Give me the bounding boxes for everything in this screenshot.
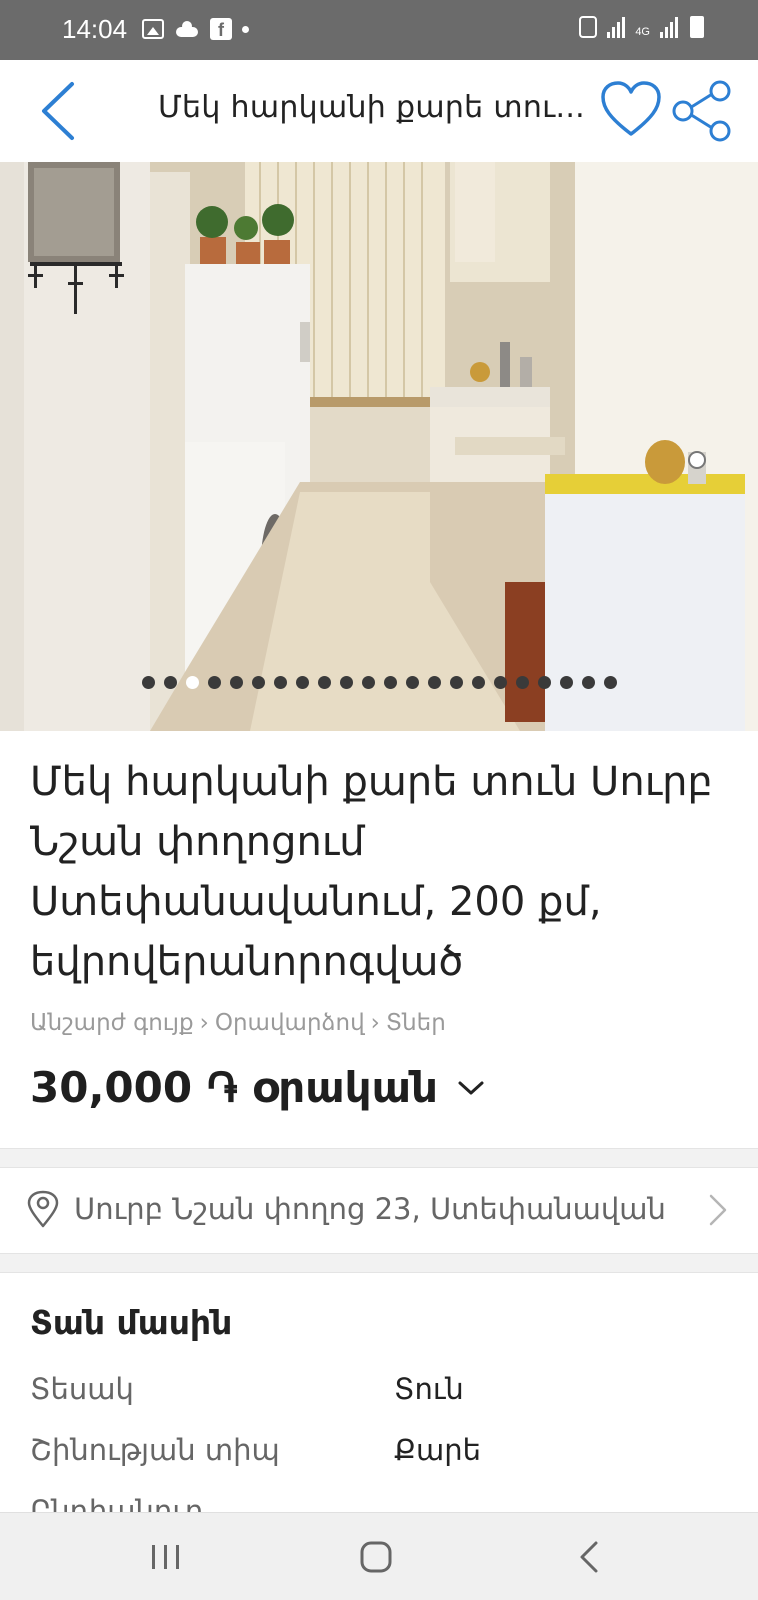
gallery-dot[interactable] — [383, 676, 397, 689]
breadcrumb-separator: › — [370, 1010, 380, 1036]
breadcrumb-item-houses[interactable]: Տներ — [386, 1010, 446, 1036]
section-divider — [0, 1148, 758, 1168]
signal-icon — [607, 16, 626, 38]
property-row-total: Ընդհանուր — [30, 1494, 730, 1512]
property-key: Ընդհանուր — [30, 1494, 204, 1512]
4g-icon: 4G — [635, 26, 650, 38]
gallery-dot[interactable] — [427, 676, 441, 689]
breadcrumb-separator: › — [199, 1010, 209, 1036]
location-row[interactable]: Սուրբ Նշան փողոց 23, Ստեփանավան — [0, 1168, 758, 1252]
dot-icon — [242, 25, 249, 33]
gallery-dot[interactable] — [493, 676, 507, 689]
gallery-dot[interactable] — [185, 676, 199, 689]
section-divider — [0, 1253, 758, 1273]
breadcrumb: Անշարժ գույք › Օրավարձով › Տներ — [30, 1010, 446, 1036]
chevron-right-icon — [709, 1194, 727, 1226]
heart-icon — [601, 81, 661, 136]
chevron-down-icon — [458, 1081, 484, 1095]
gallery-dot[interactable] — [361, 676, 375, 689]
listing-photo[interactable] — [0, 162, 758, 731]
gallery-dot[interactable] — [537, 676, 551, 689]
gallery-dot[interactable] — [207, 676, 221, 689]
battery-icon — [690, 16, 704, 38]
home-button[interactable] — [346, 1533, 406, 1581]
gallery-dot[interactable] — [405, 676, 419, 689]
kitchen-photo — [0, 162, 758, 731]
gallery-dot[interactable] — [163, 676, 177, 689]
recycle-icon — [579, 16, 598, 38]
favorite-button[interactable] — [600, 80, 662, 140]
gallery-dot[interactable] — [317, 676, 331, 689]
recent-apps-icon — [152, 1545, 179, 1569]
property-value: Քարե — [394, 1433, 481, 1467]
property-value: Տուն — [394, 1372, 464, 1406]
breadcrumb-item-real-estate[interactable]: Անշարժ գույք — [30, 1010, 194, 1036]
notification-icons: f — [142, 18, 249, 40]
recent-apps-button[interactable] — [136, 1533, 196, 1581]
gallery-dot[interactable] — [339, 676, 353, 689]
back-button[interactable] — [34, 78, 94, 144]
image-icon — [142, 19, 164, 39]
weather-icon — [174, 19, 200, 39]
status-bar: 14:04 f 4G — [0, 0, 758, 60]
share-button[interactable] — [670, 80, 734, 142]
gallery-dot[interactable] — [559, 676, 573, 689]
price-value: 30,000 ֏ օրական — [30, 1063, 439, 1112]
page-title: Մեկ հարկանի քարե տու... — [158, 90, 586, 125]
price-selector[interactable]: 30,000 ֏ օրական — [30, 1063, 486, 1113]
back-icon — [580, 1541, 598, 1573]
gallery-dot[interactable] — [471, 676, 485, 689]
home-icon — [360, 1541, 392, 1573]
system-nav-bar — [0, 1512, 758, 1600]
facebook-icon: f — [210, 18, 232, 40]
gallery-dot[interactable] — [295, 676, 309, 689]
system-icons: 4G — [579, 16, 704, 38]
map-pin-icon — [27, 1190, 59, 1228]
about-heading: Տան մասին — [30, 1303, 233, 1342]
breadcrumb-item-daily-rent[interactable]: Օրավարձով — [215, 1010, 365, 1036]
gallery-dot[interactable] — [603, 676, 617, 689]
property-key: Տեսակ — [30, 1372, 134, 1406]
property-key: Շինության տիպ — [30, 1433, 280, 1467]
gallery-dot[interactable] — [141, 676, 155, 689]
back-nav-button[interactable] — [560, 1533, 620, 1581]
status-time: 14:04 — [62, 14, 128, 44]
gallery-dot[interactable] — [449, 676, 463, 689]
gallery-dot[interactable] — [251, 676, 265, 689]
gallery-pagination[interactable] — [0, 676, 758, 689]
share-icon — [672, 80, 731, 142]
listing-title: Մեկ հարկանի քարե տուն Սուրբ Նշան փողոցու… — [30, 759, 713, 985]
gallery-dot[interactable] — [273, 676, 287, 689]
chevron-left-icon — [42, 82, 74, 140]
gallery-dot[interactable] — [229, 676, 243, 689]
gallery-dot[interactable] — [515, 676, 529, 689]
top-app-bar: Մեկ հարկանի քարե տու... — [0, 60, 758, 162]
location-address: Սուրբ Նշան փողոց 23, Ստեփանավան — [74, 1192, 666, 1226]
gallery-dot[interactable] — [581, 676, 595, 689]
signal-icon — [660, 16, 678, 38]
